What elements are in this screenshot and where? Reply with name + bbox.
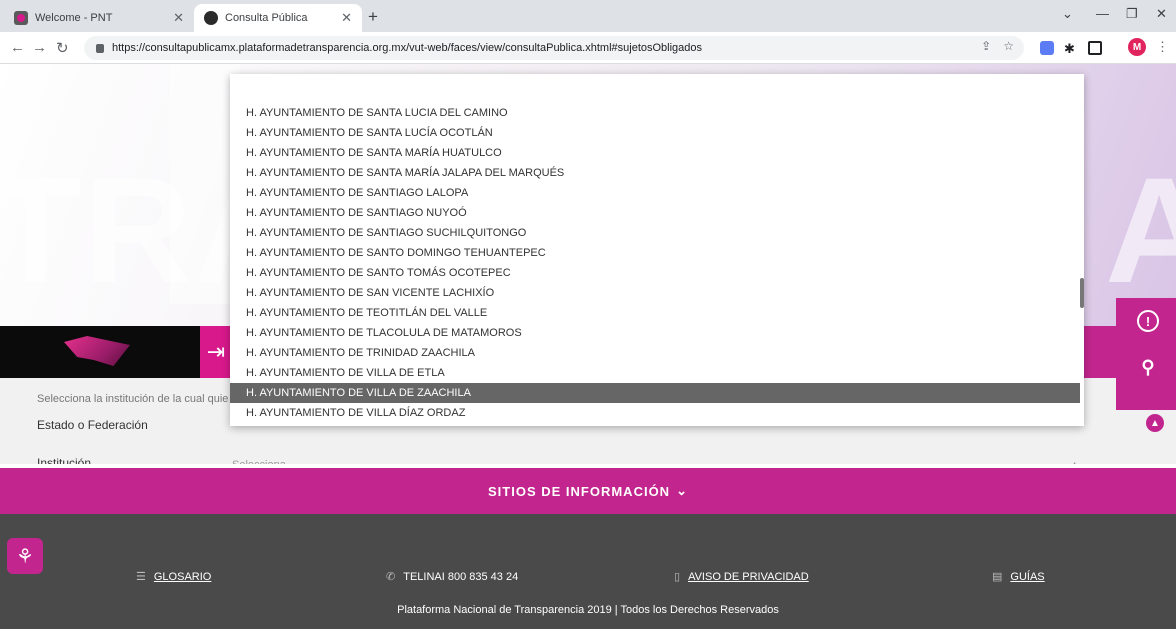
pnt-logo-icon[interactable]: ⚘ xyxy=(7,538,43,574)
estado-label: Estado o Federación xyxy=(37,418,148,432)
glossary-icon: ☰ xyxy=(136,571,146,583)
restore-button[interactable]: ❐ xyxy=(1126,6,1138,22)
tab-consulta-publica[interactable]: Consulta Pública ✕ xyxy=(194,4,362,32)
aviso-privacidad-link[interactable]: ▯ AVISO DE PRIVACIDAD xyxy=(674,570,809,584)
dropdown-option[interactable]: H. AYUNTAMIENTO DE VILLA DE ZAACHILA xyxy=(230,383,1080,403)
dropdown-option[interactable]: H. AYUNTAMIENTO DE SANTA LUCIA DEL CAMIN… xyxy=(230,103,1080,123)
browser-tab-strip: Welcome - PNT ✕ Consulta Pública ✕ + ⌄ —… xyxy=(0,0,1176,32)
guide-icon: ▤ xyxy=(992,571,1003,583)
alert-icon[interactable]: ! xyxy=(1137,310,1159,332)
dropdown-option[interactable]: H. AYUNTAMIENTO DE SAN VICENTE LACHIXÍO xyxy=(230,283,1080,303)
dropdown-option[interactable]: H. AYUNTAMIENTO DE SANTA MARÍA JALAPA DE… xyxy=(230,163,1080,183)
wrench-icon[interactable]: ⚲ xyxy=(1137,356,1159,378)
guias-link[interactable]: ▤ GUÍAS xyxy=(992,570,1045,584)
new-tab-button[interactable]: + xyxy=(368,7,378,27)
extension-icon[interactable] xyxy=(1040,41,1054,55)
dropdown-option[interactable]: H. AYUNTAMIENTO DE VILLA DE ETLA xyxy=(230,363,1080,383)
lock-icon xyxy=(96,43,104,53)
scroll-up-icon[interactable]: ▲ xyxy=(1146,414,1164,432)
institucion-dropdown-list[interactable]: H. AYUNTAMIENTO DE SANTA LUCIA DEL CAMIN… xyxy=(230,74,1084,426)
form-intro-text: Selecciona la institución de la cual qui… xyxy=(37,393,229,405)
tab-welcome-pnt[interactable]: Welcome - PNT ✕ xyxy=(4,4,194,32)
globe-favicon-icon xyxy=(204,11,218,25)
dropdown-option[interactable]: H. AYUNTAMIENTO DE TRINIDAD ZAACHILA xyxy=(230,343,1080,363)
dropdown-option[interactable]: H. AYUNTAMIENTO DE SANTA LUCÍA OCOTLÁN xyxy=(230,123,1080,143)
browser-menu-icon[interactable]: ⋮ xyxy=(1156,39,1169,55)
dropdown-option[interactable]: H. AYUNTAMIENTO DE TEOTITLÁN DEL VALLE xyxy=(230,303,1080,323)
extensions-puzzle-icon[interactable]: ✱ xyxy=(1064,41,1078,56)
close-window-button[interactable]: ✕ xyxy=(1156,6,1167,22)
sitios-label: SITIOS DE INFORMACIÓN xyxy=(488,483,671,499)
copyright-text: Plataforma Nacional de Transparencia 201… xyxy=(397,604,779,616)
enter-icon[interactable]: ⇥ xyxy=(200,326,232,378)
dropdown-option[interactable]: HONORABLE CONGRESO DEL ESTADO LIBRE Y SO… xyxy=(230,423,1080,426)
dropdown-option[interactable]: H. AYUNTAMIENTO DE TLACOLULA DE MATAMORO… xyxy=(230,323,1080,343)
side-panel-icon[interactable] xyxy=(1088,41,1102,55)
forward-button[interactable]: → xyxy=(32,39,47,56)
dropdown-option[interactable]: H. AYUNTAMIENTO DE SANTO TOMÁS OCOTEPEC xyxy=(230,263,1080,283)
share-icon[interactable]: ⇪ xyxy=(981,39,991,53)
tab-title: Consulta Pública xyxy=(225,12,308,24)
chevron-down-icon: ⌄ xyxy=(676,483,688,498)
sitios-informacion-button[interactable]: SITIOS DE INFORMACIÓN ⌄ xyxy=(0,468,1176,514)
phone-icon: ✆ xyxy=(386,571,396,583)
url-input[interactable]: https://consultapublicamx.plataformadetr… xyxy=(84,36,1024,60)
hero-watermark-right: A xyxy=(1105,146,1176,314)
telinai-link[interactable]: ✆ TELINAI 800 835 43 24 xyxy=(386,570,518,584)
footer: ☰ GLOSARIO ✆ TELINAI 800 835 43 24 ▯ AVI… xyxy=(0,544,1176,629)
document-icon: ▯ xyxy=(674,571,681,583)
tab-search-chevron-icon[interactable]: ⌄ xyxy=(1062,6,1073,22)
dropdown-option[interactable]: H. AYUNTAMIENTO DE SANTO DOMINGO TEHUANT… xyxy=(230,243,1080,263)
pnt-favicon-icon xyxy=(14,11,28,25)
url-text: https://consultapublicamx.plataformadetr… xyxy=(112,42,703,54)
dropdown-option[interactable]: H. AYUNTAMIENTO DE SANTIAGO SUCHILQUITON… xyxy=(230,223,1080,243)
minimize-button[interactable]: — xyxy=(1096,6,1109,21)
profile-avatar[interactable]: M xyxy=(1128,38,1146,56)
dropdown-scrollbar[interactable] xyxy=(1080,278,1084,308)
tab-title: Welcome - PNT xyxy=(35,12,113,24)
close-tab-icon[interactable]: ✕ xyxy=(173,10,184,26)
address-bar-row: ← → ↻ https://consultapublicamx.platafor… xyxy=(0,32,1176,64)
bookmark-star-icon[interactable]: ☆ xyxy=(1003,39,1014,53)
dropdown-option[interactable]: H. AYUNTAMIENTO DE SANTIAGO NUYOÓ xyxy=(230,203,1080,223)
glosario-link[interactable]: ☰ GLOSARIO xyxy=(136,570,211,584)
dropdown-option[interactable]: H. AYUNTAMIENTO DE SANTA MARÍA HUATULCO xyxy=(230,143,1080,163)
close-tab-icon[interactable]: ✕ xyxy=(341,10,352,26)
footer-top xyxy=(0,514,1176,544)
dropdown-option[interactable]: H. AYUNTAMIENTO DE VILLA DÍAZ ORDAZ xyxy=(230,403,1080,423)
dropdown-option[interactable]: H. AYUNTAMIENTO DE SANTIAGO LALOPA xyxy=(230,183,1080,203)
reload-button[interactable]: ↻ xyxy=(56,39,69,57)
back-button[interactable]: ← xyxy=(10,39,25,56)
